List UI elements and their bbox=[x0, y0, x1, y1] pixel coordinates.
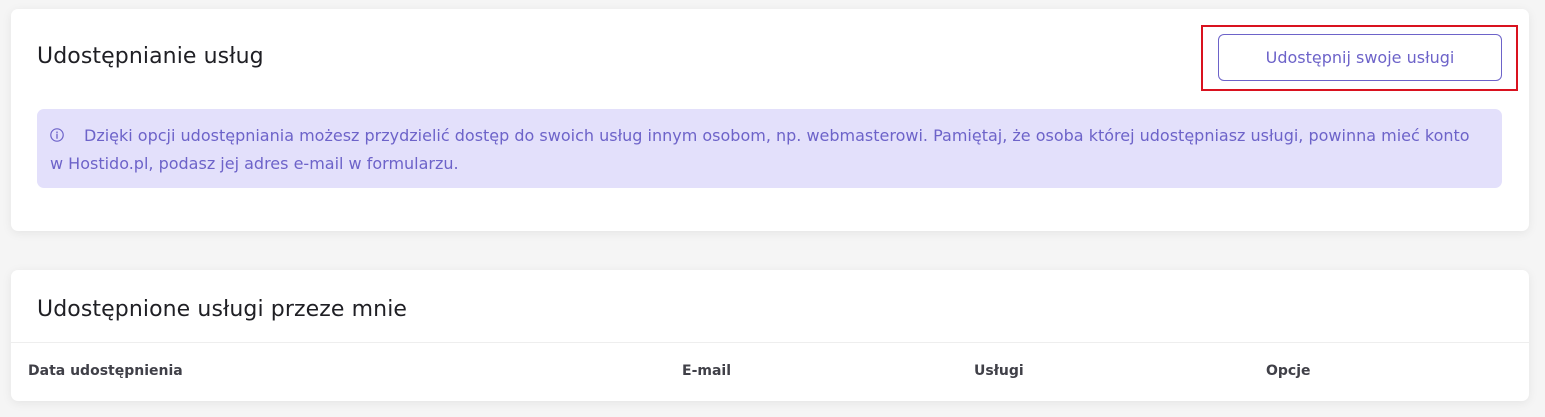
shared-services-card: Udostępnione usługi przeze mnie Data udo… bbox=[11, 270, 1529, 401]
share-services-button[interactable]: Udostępnij swoje usługi bbox=[1218, 34, 1502, 81]
shared-services-title: Udostępnione usługi przeze mnie bbox=[37, 297, 408, 322]
column-header-email: E-mail bbox=[682, 363, 732, 379]
column-header-services: Usługi bbox=[974, 363, 1024, 379]
share-services-title: Udostępnianie usług bbox=[37, 44, 264, 69]
shared-services-table-header: Data udostępnienia E-mail Usługi Opcje bbox=[11, 342, 1529, 401]
column-header-date: Data udostępnienia bbox=[28, 363, 183, 379]
info-alert-text: Dzięki opcji udostępniania możesz przydz… bbox=[50, 126, 1470, 173]
info-alert: Dzięki opcji udostępniania możesz przydz… bbox=[37, 109, 1502, 188]
info-circle-icon bbox=[50, 128, 64, 142]
share-services-card: Udostępnianie usług Udostępnij swoje usł… bbox=[11, 9, 1529, 231]
column-header-options: Opcje bbox=[1266, 363, 1311, 379]
